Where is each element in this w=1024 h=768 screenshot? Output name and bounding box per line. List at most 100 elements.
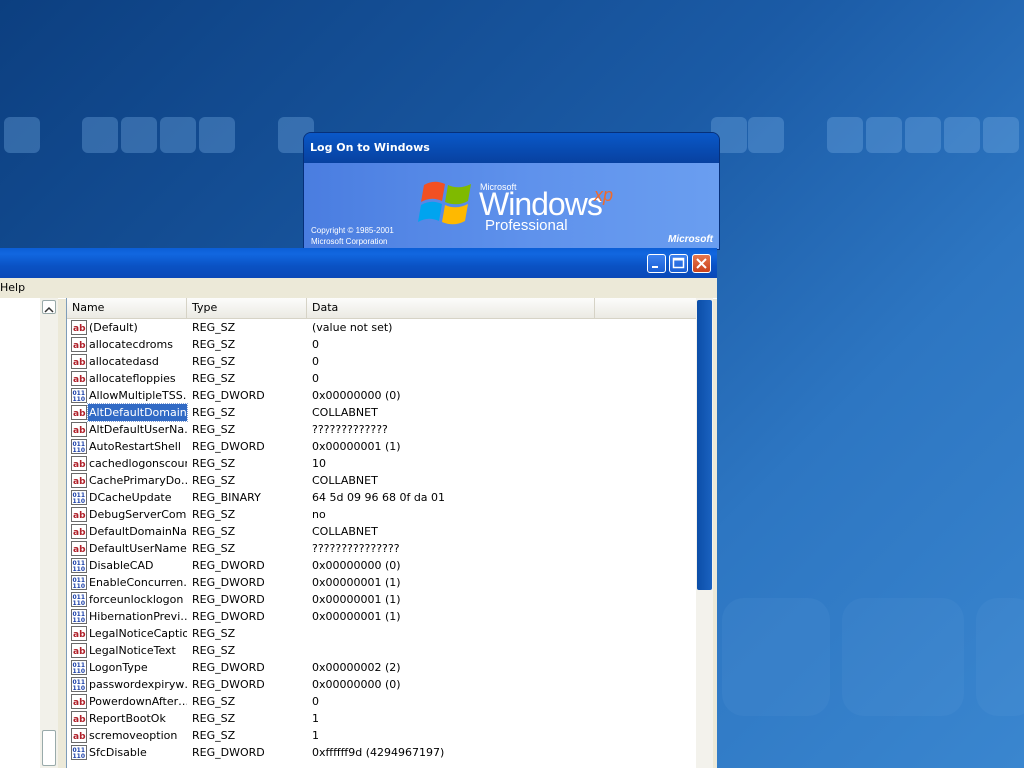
value-type: REG_SZ bbox=[192, 457, 236, 470]
close-button[interactable] bbox=[692, 254, 711, 273]
svg-text:110: 110 bbox=[73, 685, 86, 692]
column-header-data[interactable]: Data bbox=[307, 298, 595, 318]
value-name: SfcDisable bbox=[89, 746, 147, 759]
value-type: REG_DWORD bbox=[192, 746, 265, 759]
value-type: REG_SZ bbox=[192, 355, 236, 368]
values-list-pane[interactable]: Name Type Data ab (Default) REG_SZ (value n… bbox=[66, 298, 697, 768]
value-data: ????????????? bbox=[312, 423, 388, 436]
svg-text:ab: ab bbox=[73, 511, 86, 521]
logon-dialog: Log On to Windows Microsoft Windows xp P… bbox=[304, 133, 719, 249]
table-row[interactable]: 011 110 AutoRestartShell REG_DWORD 0x0000000… bbox=[67, 438, 697, 455]
tree-scrollbar[interactable] bbox=[40, 298, 58, 768]
value-data: 0 bbox=[312, 695, 319, 708]
value-data: 0x00000002 (2) bbox=[312, 661, 401, 674]
minimize-button[interactable] bbox=[647, 254, 666, 273]
svg-text:110: 110 bbox=[73, 566, 86, 573]
value-type: REG_SZ bbox=[192, 406, 236, 419]
svg-text:ab: ab bbox=[73, 358, 86, 368]
chevron-up-icon bbox=[44, 306, 54, 313]
desktop-tile bbox=[160, 117, 196, 153]
value-name: ReportBootOk bbox=[89, 712, 166, 725]
desktop-tile bbox=[827, 117, 863, 153]
string-value-icon: ab bbox=[71, 320, 87, 335]
value-type: REG_SZ bbox=[192, 474, 236, 487]
table-row[interactable]: 011 110 passwordexpiryw… REG_DWORD 0x0000000… bbox=[67, 676, 697, 693]
svg-text:110: 110 bbox=[73, 583, 86, 590]
table-row[interactable]: ab CachePrimaryDo… REG_SZ COLLABNET bbox=[67, 472, 697, 489]
table-row[interactable]: 011 110 DisableCAD REG_DWORD 0x00000000 (0) bbox=[67, 557, 697, 574]
table-row[interactable]: ab allocatedasd REG_SZ 0 bbox=[67, 353, 697, 370]
value-name: DisableCAD bbox=[89, 559, 154, 572]
table-row[interactable]: ab DefaultUserName REG_SZ??????????????? bbox=[67, 540, 697, 557]
table-row[interactable]: 011 110 forceunlocklogon REG_DWORD 0x0000000… bbox=[67, 591, 697, 608]
value-data: 64 5d 09 96 68 0f da 01 bbox=[312, 491, 446, 504]
value-data: 0x00000000 (0) bbox=[312, 678, 401, 691]
table-row[interactable]: ab scremoveoption REG_SZ 1 bbox=[67, 727, 697, 744]
value-name: allocatecdroms bbox=[89, 338, 173, 351]
table-row[interactable]: 011 110 HibernationPrevi… REG_DWORD 0x000000… bbox=[67, 608, 697, 625]
svg-text:110: 110 bbox=[73, 396, 86, 403]
svg-text:ab: ab bbox=[73, 732, 86, 742]
maximize-button[interactable] bbox=[669, 254, 688, 273]
table-row[interactable]: ab AltDefaultUserNa… REG_SZ????????????? bbox=[67, 421, 697, 438]
svg-text:110: 110 bbox=[73, 668, 86, 675]
values-scrollbar[interactable] bbox=[696, 298, 713, 768]
value-data: 0x00000001 (1) bbox=[312, 610, 401, 623]
table-row[interactable]: 011 110 DCacheUpdate REG_BINARY 64 5d 09 96 … bbox=[67, 489, 697, 506]
value-data: COLLABNET bbox=[312, 406, 378, 419]
menu-help[interactable]: Help bbox=[0, 278, 25, 298]
table-row[interactable]: ab cachedlogonscount REG_SZ 10 bbox=[67, 455, 697, 472]
string-value-icon: ab bbox=[71, 694, 87, 709]
desktop-tile bbox=[944, 117, 980, 153]
table-row[interactable]: 011 110 AllowMultipleTSS… REG_DWORD 0x000000… bbox=[67, 387, 697, 404]
table-row[interactable]: ab DebugServerCom… REG_SZ no bbox=[67, 506, 697, 523]
value-name: (Default) bbox=[89, 321, 138, 334]
svg-text:ab: ab bbox=[73, 715, 86, 725]
string-value-icon: ab bbox=[71, 473, 87, 488]
value-type: REG_DWORD bbox=[192, 576, 265, 589]
value-name: PowerdownAfter… bbox=[89, 695, 187, 708]
value-name: AllowMultipleTSS… bbox=[89, 389, 187, 402]
table-row[interactable]: ab AltDefaultDomain… REG_SZ COLLABNET bbox=[67, 403, 697, 422]
registry-editor-titlebar[interactable] bbox=[0, 248, 717, 278]
table-row[interactable]: ab ReportBootOk REG_SZ 1 bbox=[67, 710, 697, 727]
value-name: forceunlocklogon bbox=[89, 593, 184, 606]
key-tree-pane[interactable] bbox=[0, 298, 40, 768]
value-type: REG_DWORD bbox=[192, 593, 265, 606]
desktop-tile bbox=[748, 117, 784, 153]
windows-flag-icon bbox=[418, 181, 471, 225]
values-scroll-thumb[interactable] bbox=[697, 300, 712, 590]
table-row[interactable]: ab allocatefloppies REG_SZ 0 bbox=[67, 370, 697, 387]
tree-scroll-thumb[interactable] bbox=[42, 730, 56, 766]
value-data: no bbox=[312, 508, 326, 521]
value-name: passwordexpiryw… bbox=[89, 678, 187, 691]
svg-text:ab: ab bbox=[73, 647, 86, 657]
table-row[interactable]: ab allocatecdroms REG_SZ 0 bbox=[67, 336, 697, 353]
value-type: REG_SZ bbox=[192, 372, 236, 385]
table-row[interactable]: 011 110 SfcDisable REG_DWORD 0xffffff9d (429… bbox=[67, 744, 697, 761]
value-name: allocatefloppies bbox=[89, 372, 176, 385]
value-name: CachePrimaryDo… bbox=[89, 474, 187, 487]
table-row[interactable]: 011 110 EnableConcurren… REG_DWORD 0x0000000… bbox=[67, 574, 697, 591]
value-name: scremoveoption bbox=[89, 729, 178, 742]
desktop-tile bbox=[905, 117, 941, 153]
svg-text:ab: ab bbox=[73, 528, 86, 538]
table-row[interactable]: ab (Default) REG_SZ (value not set) bbox=[67, 319, 697, 336]
edition-label: Professional bbox=[485, 217, 568, 234]
table-row[interactable]: ab PowerdownAfter… REG_SZ 0 bbox=[67, 693, 697, 710]
table-row[interactable]: ab LegalNoticeCaption REG_SZ bbox=[67, 625, 697, 642]
table-row[interactable]: ab LegalNoticeText REG_SZ bbox=[67, 642, 697, 659]
value-type: REG_SZ bbox=[192, 644, 236, 657]
column-header-type[interactable]: Type bbox=[187, 298, 307, 318]
table-row[interactable]: 011 110 LogonType REG_DWORD 0x00000002 (2) bbox=[67, 659, 697, 676]
tree-scroll-up-button[interactable] bbox=[42, 300, 56, 314]
svg-text:ab: ab bbox=[73, 477, 86, 487]
value-type: REG_SZ bbox=[192, 321, 236, 334]
value-type: REG_DWORD bbox=[192, 678, 265, 691]
table-row[interactable]: ab DefaultDomainNa… REG_SZ COLLABNET bbox=[67, 523, 697, 540]
column-header-name[interactable]: Name bbox=[67, 298, 187, 318]
value-type: REG_BINARY bbox=[192, 491, 261, 504]
value-data: 0 bbox=[312, 372, 319, 385]
desktop-tile bbox=[866, 117, 902, 153]
string-value-icon: ab bbox=[71, 337, 87, 352]
